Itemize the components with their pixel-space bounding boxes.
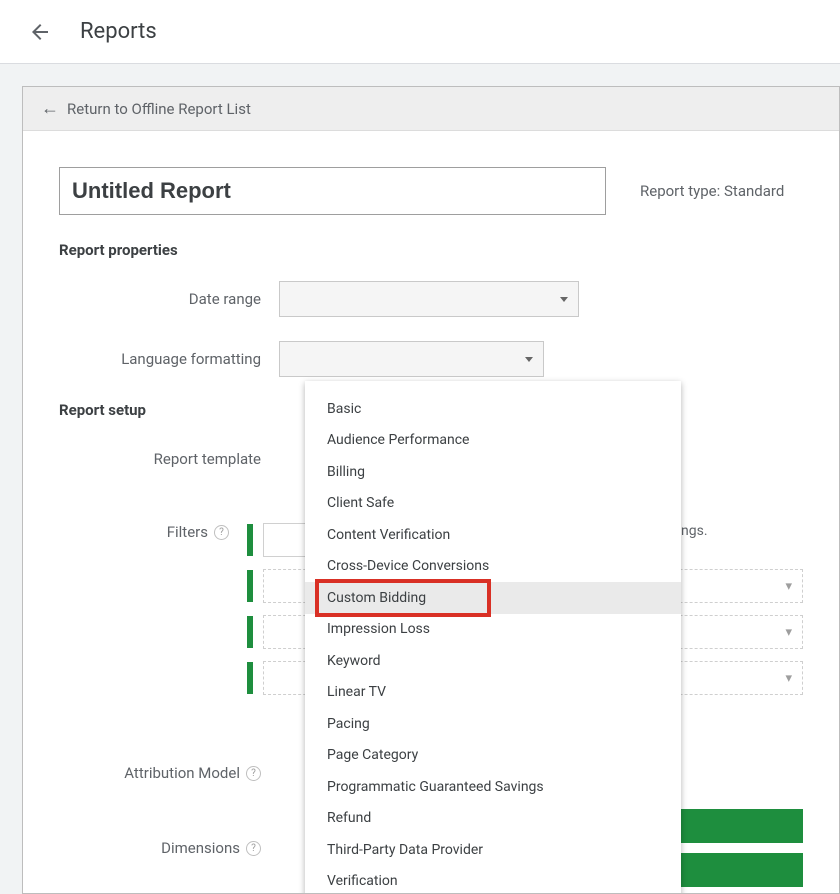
menu-item-custom-bidding[interactable]: Custom Bidding	[305, 582, 681, 614]
breadcrumb-label: Return to Offline Report List	[67, 100, 251, 118]
help-icon[interactable]: ?	[246, 766, 261, 781]
report-card: ← Return to Offline Report List Report t…	[22, 86, 840, 894]
menu-item-basic[interactable]: Basic	[305, 393, 681, 425]
section-report-properties: Report properties	[59, 241, 803, 259]
truncated-text-ngs: ngs.	[681, 523, 708, 539]
caret-down-icon: ▾	[785, 625, 792, 640]
row-language: Language formatting	[59, 341, 803, 377]
menu-item-refund[interactable]: Refund	[305, 803, 681, 835]
menu-item-linear-tv[interactable]: Linear TV	[305, 677, 681, 709]
menu-item-third-party-data-provider[interactable]: Third-Party Data Provider	[305, 834, 681, 866]
green-strip	[247, 524, 253, 556]
label-dimensions: Dimensions ?	[59, 839, 279, 857]
menu-item-impression-loss[interactable]: Impression Loss	[305, 614, 681, 646]
caret-down-icon: ▾	[785, 671, 792, 686]
label-template: Report template	[59, 450, 279, 468]
app-bar: Reports	[0, 0, 840, 64]
label-language: Language formatting	[59, 350, 279, 368]
menu-item-verification[interactable]: Verification	[305, 866, 681, 894]
report-title-input[interactable]	[59, 167, 606, 215]
arrow-left-icon: ←	[41, 100, 59, 118]
menu-item-keyword[interactable]: Keyword	[305, 645, 681, 677]
title-row: Report type: Standard	[59, 167, 803, 215]
caret-down-icon	[525, 357, 533, 362]
page-title: Reports	[80, 19, 157, 44]
menu-item-cross-device-conversions[interactable]: Cross-Device Conversions	[305, 551, 681, 583]
green-strip	[247, 616, 253, 648]
caret-down-icon	[560, 297, 568, 302]
properties-form: Date range Language formatting	[59, 281, 803, 377]
stage: ← Return to Offline Report List Report t…	[0, 64, 840, 894]
row-date-range: Date range	[59, 281, 803, 317]
menu-item-programmatic-guaranteed-savings[interactable]: Programmatic Guaranteed Savings	[305, 771, 681, 803]
help-icon[interactable]: ?	[246, 841, 261, 856]
menu-item-page-category[interactable]: Page Category	[305, 740, 681, 772]
label-filters: Filters ?	[59, 523, 247, 541]
select-date-range[interactable]	[279, 281, 579, 317]
caret-down-icon: ▾	[785, 579, 792, 594]
green-strip	[247, 570, 253, 602]
breadcrumb-return[interactable]: ← Return to Offline Report List	[23, 87, 839, 131]
label-attribution: Attribution Model ?	[59, 764, 279, 782]
template-dropdown-menu[interactable]: BasicAudience PerformanceBillingClient S…	[305, 381, 681, 894]
menu-item-pacing[interactable]: Pacing	[305, 708, 681, 740]
menu-item-content-verification[interactable]: Content Verification	[305, 519, 681, 551]
select-language[interactable]	[279, 341, 544, 377]
label-date-range: Date range	[59, 290, 279, 308]
menu-item-audience-performance[interactable]: Audience Performance	[305, 425, 681, 457]
report-type: Report type: Standard	[640, 182, 784, 200]
menu-item-client-safe[interactable]: Client Safe	[305, 488, 681, 520]
green-strip	[247, 662, 253, 694]
back-arrow-icon[interactable]	[28, 20, 52, 44]
menu-item-billing[interactable]: Billing	[305, 456, 681, 488]
help-icon[interactable]: ?	[214, 525, 229, 540]
